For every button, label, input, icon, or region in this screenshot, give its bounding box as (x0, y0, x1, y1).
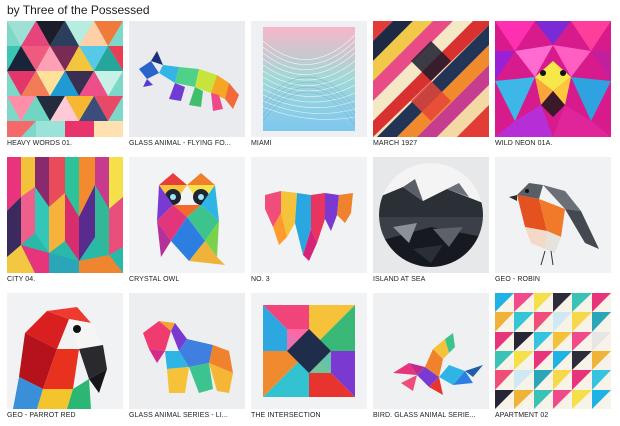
artwork-thumbnail[interactable] (373, 157, 489, 273)
artist-byline: by Three of the Possessed (7, 3, 150, 17)
artwork-title[interactable]: THE INTERSECTION (251, 411, 367, 420)
artwork-thumbnail[interactable] (7, 293, 123, 409)
artwork-title[interactable]: CRYSTAL OWL (129, 275, 245, 284)
heavy-words-artwork (7, 21, 123, 137)
geo-parrot-artwork (7, 293, 123, 409)
artwork-card-no-3[interactable]: NO. 3 (251, 157, 367, 290)
artwork-card-glass-bird[interactable]: BIRD. GLASS ANIMAL SERIE... (373, 293, 489, 426)
artwork-thumbnail[interactable] (251, 157, 367, 273)
artwork-grid: HEAVY WORDS 01. GLASS ANIMAL - FLYING FO… (7, 21, 611, 426)
artwork-thumbnail[interactable] (373, 21, 489, 137)
neon-lion-artwork (495, 21, 611, 137)
artwork-thumbnail[interactable] (129, 21, 245, 137)
march-1927-artwork (373, 21, 489, 137)
artwork-title[interactable]: MARCH 1927 (373, 139, 489, 148)
artwork-title[interactable]: ISLAND AT SEA (373, 275, 489, 284)
artwork-card-geo-parrot[interactable]: GEO - PARROT RED (7, 293, 123, 426)
artwork-thumbnail[interactable] (495, 293, 611, 409)
artwork-thumbnail[interactable] (7, 21, 123, 137)
artwork-thumbnail[interactable] (373, 293, 489, 409)
artwork-card-city-04[interactable]: CITY 04. (7, 157, 123, 290)
artwork-thumbnail[interactable] (251, 293, 367, 409)
artwork-thumbnail[interactable] (495, 157, 611, 273)
artwork-title[interactable]: GEO - ROBIN (495, 275, 611, 284)
glass-lion-artwork (129, 293, 245, 409)
intersection-artwork (251, 293, 367, 409)
artwork-card-glass-fox[interactable]: GLASS ANIMAL - FLYING FO... (129, 21, 245, 154)
artwork-title[interactable]: HEAVY WORDS 01. (7, 139, 123, 148)
apartment-02-artwork (495, 293, 611, 409)
geo-robin-artwork (495, 157, 611, 273)
artwork-card-geo-robin[interactable]: GEO - ROBIN (495, 157, 611, 290)
artwork-card-intersection[interactable]: THE INTERSECTION (251, 293, 367, 426)
artwork-title[interactable]: GLASS ANIMAL - FLYING FO... (129, 139, 245, 148)
artwork-thumbnail[interactable] (495, 21, 611, 137)
artwork-card-glass-lion[interactable]: GLASS ANIMAL SERIES - LI... (129, 293, 245, 426)
glass-bird-artwork (373, 293, 489, 409)
artwork-card-heavy-words[interactable]: HEAVY WORDS 01. (7, 21, 123, 154)
artwork-thumbnail[interactable] (129, 157, 245, 273)
artwork-title[interactable]: GEO - PARROT RED (7, 411, 123, 420)
artwork-title[interactable]: GLASS ANIMAL SERIES - LI... (129, 411, 245, 420)
artwork-thumbnail[interactable] (7, 157, 123, 273)
artwork-thumbnail[interactable] (251, 21, 367, 137)
artwork-title[interactable]: WILD NEON 01A. (495, 139, 611, 148)
artwork-title[interactable]: APARTMENT 02 (495, 411, 611, 420)
artwork-card-march-1927[interactable]: MARCH 1927 (373, 21, 489, 154)
artwork-title[interactable]: NO. 3 (251, 275, 367, 284)
artwork-card-apartment-02[interactable]: APARTMENT 02 (495, 293, 611, 426)
island-at-sea-artwork (373, 157, 489, 273)
crystal-owl-artwork (129, 157, 245, 273)
artwork-title[interactable]: MIAMI (251, 139, 367, 148)
artwork-card-crystal-owl[interactable]: CRYSTAL OWL (129, 157, 245, 290)
artwork-card-miami[interactable]: MIAMI (251, 21, 367, 154)
artwork-card-island-at-sea[interactable]: ISLAND AT SEA (373, 157, 489, 290)
miami-lines-artwork (251, 21, 367, 137)
artwork-thumbnail[interactable] (129, 293, 245, 409)
city-04-artwork (7, 157, 123, 273)
artwork-card-wild-neon[interactable]: WILD NEON 01A. (495, 21, 611, 154)
no-3-artwork (251, 157, 367, 273)
artwork-title[interactable]: BIRD. GLASS ANIMAL SERIE... (373, 411, 489, 420)
glass-fox-artwork (129, 21, 245, 137)
artwork-title[interactable]: CITY 04. (7, 275, 123, 284)
